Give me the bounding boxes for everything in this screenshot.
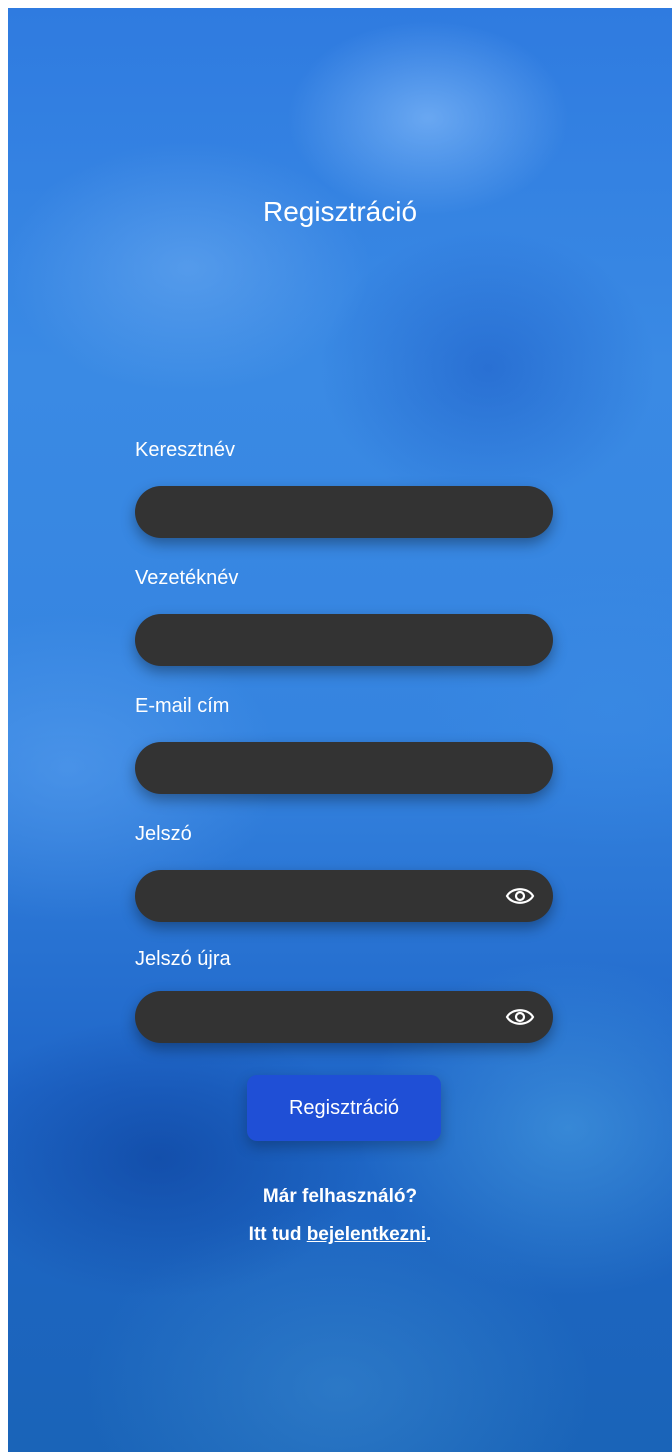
- password-confirm-field-wrapper: [135, 991, 553, 1045]
- password-confirm-input[interactable]: [157, 991, 501, 1045]
- last-name-field-wrapper: [135, 614, 553, 668]
- login-link[interactable]: bejelentkezni: [307, 1224, 426, 1245]
- email-input[interactable]: [157, 742, 501, 796]
- password-input[interactable]: [157, 870, 501, 924]
- first-name-label: Keresztnév: [135, 439, 236, 461]
- email-field-wrapper: [135, 742, 553, 796]
- login-prompt-suffix: .: [426, 1224, 432, 1245]
- first-name-field-wrapper: [135, 486, 553, 540]
- first-name-input[interactable]: [157, 486, 501, 540]
- login-prompt-prefix: Itt tud: [248, 1224, 307, 1245]
- already-user-text: Már felhasználó?: [262, 1186, 418, 1207]
- register-button[interactable]: Regisztráció: [247, 1075, 441, 1141]
- page-title: Regisztráció: [262, 196, 418, 227]
- password-field-wrapper: [135, 870, 553, 924]
- password-confirm-label: Jelszó újra: [135, 948, 231, 970]
- login-prompt: Itt tud bejelentkezni.: [8, 1224, 672, 1246]
- eye-icon[interactable]: [505, 883, 535, 909]
- registration-page: Regisztráció Keresztnév Vezetéknév E-mai…: [8, 8, 672, 1452]
- password-label: Jelszó: [135, 823, 192, 845]
- email-label: E-mail cím: [135, 695, 230, 717]
- last-name-label: Vezetéknév: [135, 567, 239, 589]
- last-name-input[interactable]: [157, 614, 501, 668]
- eye-icon[interactable]: [505, 1004, 535, 1030]
